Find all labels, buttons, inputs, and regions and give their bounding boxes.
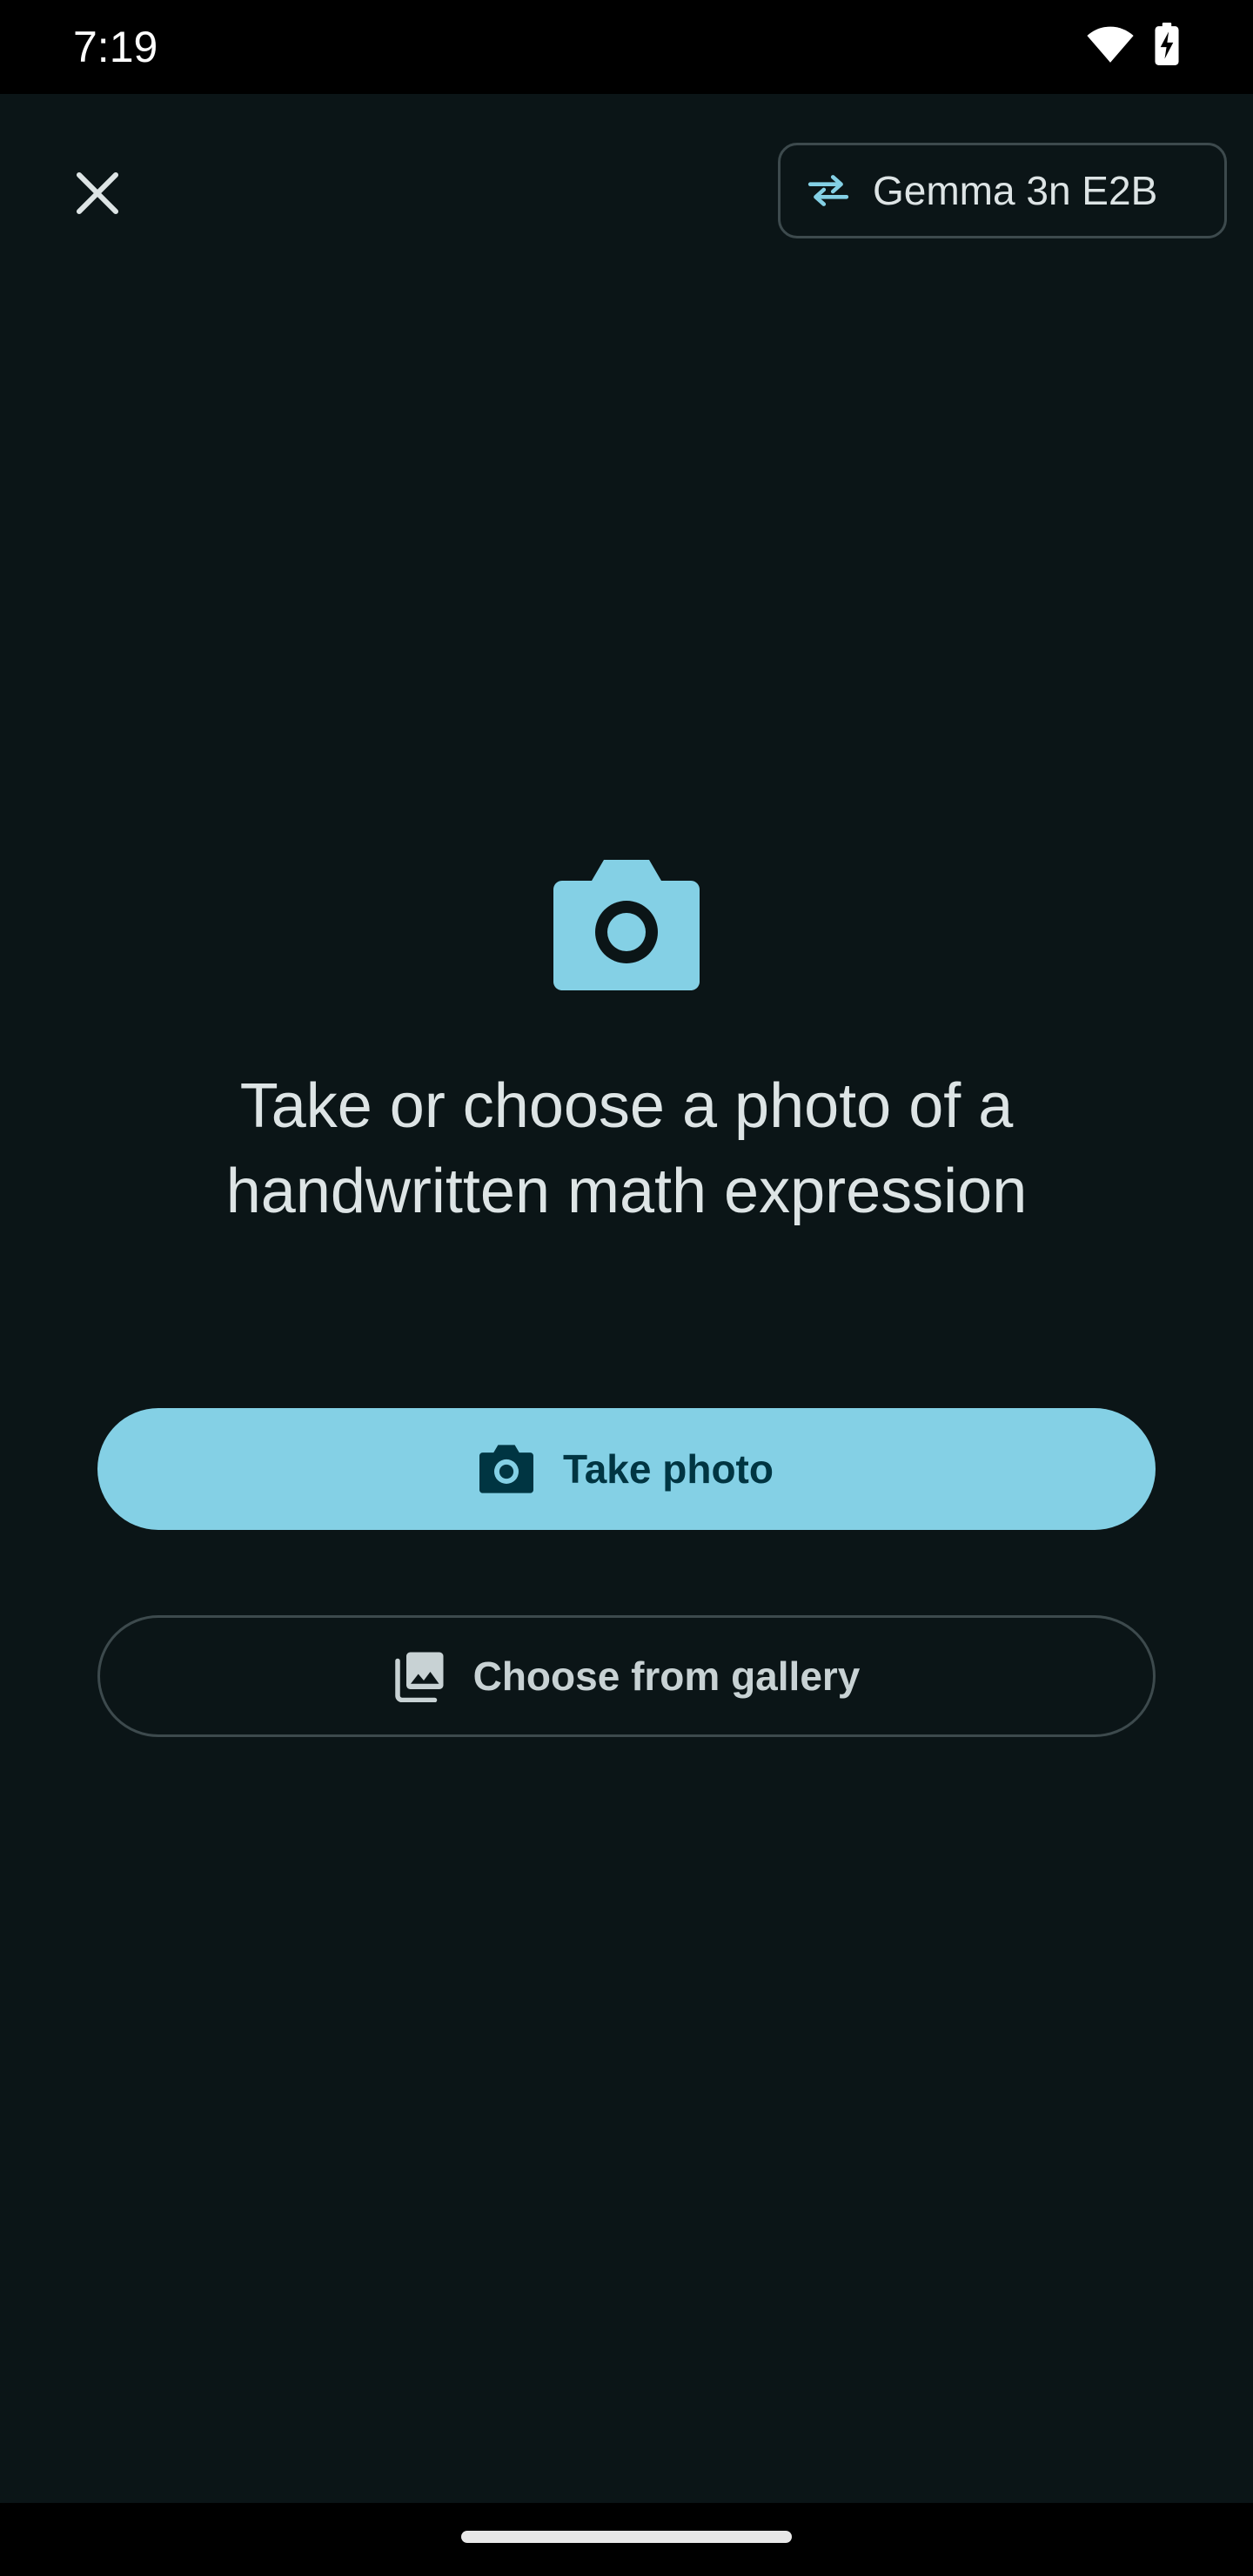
model-name-label: Gemma 3n E2B [873, 168, 1158, 213]
camera-icon [553, 860, 700, 990]
close-icon [76, 171, 119, 215]
status-bar: 7:19 [0, 0, 1253, 94]
status-time: 7:19 [73, 23, 158, 71]
home-gesture-handle[interactable] [461, 2531, 792, 2543]
battery-charging-icon [1155, 23, 1179, 65]
app-screen: 7:19 Gemma 3n E2B Take or choose a photo… [0, 0, 1253, 2576]
photo-library-icon [394, 1652, 444, 1702]
swap-arrows-icon [807, 175, 849, 206]
choose-from-gallery-button[interactable]: Choose from gallery [97, 1615, 1156, 1737]
model-selector-button[interactable]: Gemma 3n E2B [778, 143, 1227, 238]
camera-icon [479, 1445, 534, 1493]
prompt-text: Take or choose a photo of a handwritten … [225, 1071, 1028, 1226]
choose-from-gallery-label: Choose from gallery [472, 1654, 861, 1699]
wifi-icon [1087, 26, 1134, 63]
status-icons [1086, 23, 1180, 66]
take-photo-button[interactable]: Take photo [97, 1408, 1156, 1530]
take-photo-label: Take photo [563, 1446, 774, 1492]
close-button[interactable] [54, 150, 141, 237]
